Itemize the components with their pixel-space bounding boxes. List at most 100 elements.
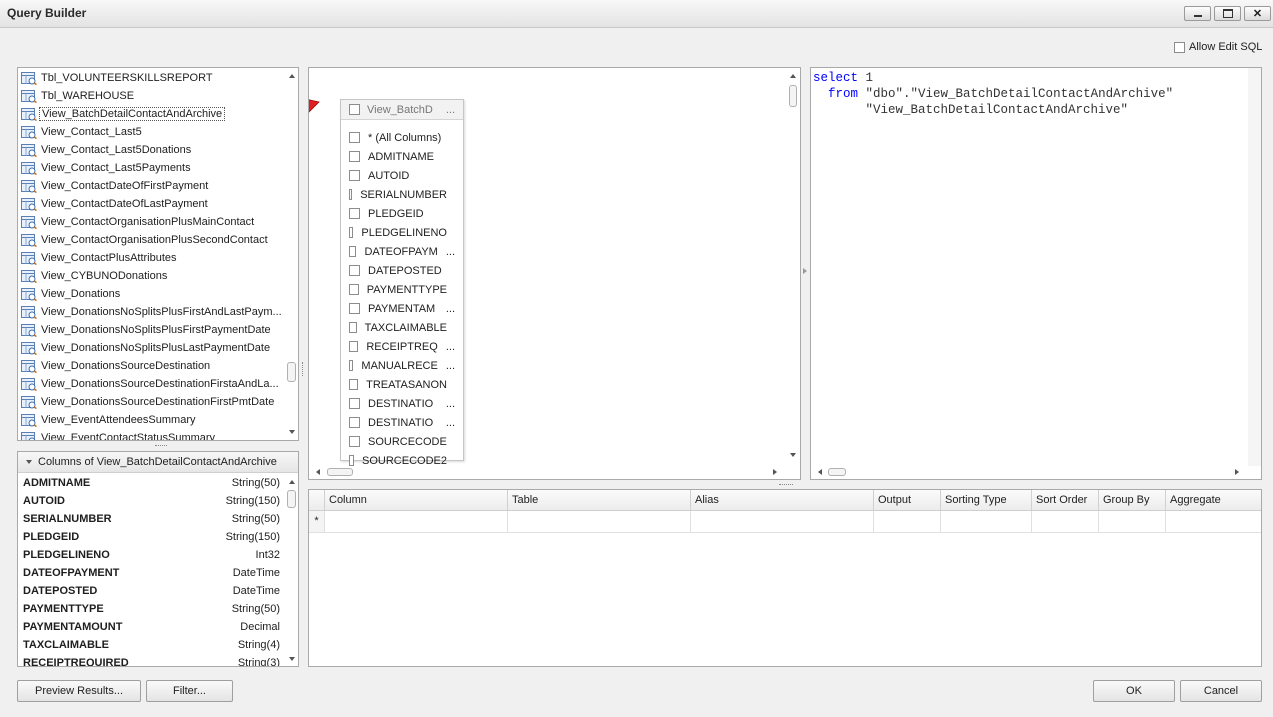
scroll-down-icon[interactable]	[289, 657, 295, 661]
checkbox-icon[interactable]	[349, 132, 360, 143]
scroll-up-icon[interactable]	[790, 74, 796, 78]
object-list-item[interactable]: View_ContactOrganisationPlusSecondContac…	[21, 231, 268, 249]
table-box-column-item[interactable]: DESTINATIO...	[349, 413, 455, 432]
sql-text-pane[interactable]: select 1 from "dbo"."View_BatchDetailCon…	[810, 67, 1262, 480]
grid-cell[interactable]	[1032, 511, 1099, 532]
object-list-item[interactable]: View_Contact_Last5Payments	[21, 159, 191, 177]
column-row[interactable]: PLEDGELINENO Int32	[23, 546, 280, 564]
database-objects-list[interactable]: Tbl_VOLUNTEERSKILLSREPORT Tbl_WAREHOUSE Vi…	[17, 67, 299, 441]
grid-cell[interactable]	[1166, 511, 1261, 532]
object-list-item[interactable]: View_DonationsSourceDestinationFirstPmtD…	[21, 393, 274, 411]
grid-header-column[interactable]: Column	[325, 490, 508, 510]
ok-button[interactable]: OK	[1093, 680, 1175, 702]
checkbox-icon[interactable]	[349, 227, 354, 238]
table-box-column-item[interactable]: DATEOFPAYM...	[349, 242, 455, 261]
scroll-left-icon[interactable]	[316, 469, 320, 475]
object-list-item[interactable]: Tbl_WAREHOUSE	[21, 87, 134, 105]
allow-edit-sql-checkbox[interactable]: Allow Edit SQL	[1174, 41, 1262, 53]
object-list-item[interactable]: View_Contact_Last5	[21, 123, 142, 141]
object-list-item[interactable]: View_DonationsNoSplitsPlusFirstAndLastPa…	[21, 303, 282, 321]
checkbox-icon[interactable]	[349, 341, 359, 352]
scroll-right-icon[interactable]	[1235, 469, 1239, 475]
collapse-icon[interactable]	[26, 460, 32, 464]
maximize-button[interactable]	[1214, 6, 1241, 21]
sql-vscroll[interactable]	[1248, 68, 1261, 466]
vertical-splitter[interactable]	[302, 362, 304, 376]
grid-header-table[interactable]: Table	[508, 490, 691, 510]
checkbox-icon[interactable]	[349, 151, 360, 162]
object-list-item[interactable]: View_Donations	[21, 285, 120, 303]
object-list-item[interactable]: View_DonationsNoSplitsPlusLastPaymentDat…	[21, 339, 270, 357]
design-vscroll[interactable]	[787, 68, 800, 466]
column-row[interactable]: PAYMENTTYPE String(50)	[23, 600, 280, 618]
column-row[interactable]: RECEIPTREQUIRED String(3)	[23, 654, 280, 666]
scroll-down-icon[interactable]	[289, 430, 295, 434]
column-row[interactable]: PLEDGEID String(150)	[23, 528, 280, 546]
object-list-item[interactable]: View_EventAttendeesSummary	[21, 411, 196, 429]
table-box-column-item[interactable]: DATEPOSTED	[349, 261, 455, 280]
grid-new-row[interactable]: *	[309, 511, 1261, 533]
object-list-item[interactable]: View_Contact_Last5Donations	[21, 141, 191, 159]
table-box[interactable]: View_BatchD ... * (All Columns) ADMITNAME…	[340, 99, 464, 467]
grid-header-alias[interactable]: Alias	[691, 490, 874, 510]
table-box-column-item[interactable]: RECEIPTREQ...	[349, 337, 455, 356]
checkbox-icon[interactable]	[349, 417, 360, 428]
grid-cell[interactable]	[325, 511, 508, 532]
grid-cell[interactable]	[691, 511, 874, 532]
checkbox-icon[interactable]	[349, 208, 360, 219]
checkbox-icon[interactable]	[349, 189, 353, 200]
table-box-column-item[interactable]: TREATASANON	[349, 375, 455, 394]
column-row[interactable]: DATEPOSTED DateTime	[23, 582, 280, 600]
table-box-column-item[interactable]: TAXCLAIMABLE	[349, 318, 455, 337]
object-list-item[interactable]: View_ContactDateOfFirstPayment	[21, 177, 208, 195]
grid-cell[interactable]	[1099, 511, 1166, 532]
minimize-button[interactable]	[1184, 6, 1211, 21]
query-design-pane[interactable]: View_BatchD ... * (All Columns) ADMITNAME…	[308, 67, 801, 480]
table-box-column-item[interactable]: SOURCECODE	[349, 432, 455, 451]
object-list-item[interactable]: View_EventContactStatusSummary	[21, 429, 215, 440]
object-list-scrollbar[interactable]	[286, 68, 298, 440]
table-box-column-item[interactable]: PLEDGELINENO	[349, 223, 455, 242]
grid-header-sorting-type[interactable]: Sorting Type	[941, 490, 1032, 510]
column-row[interactable]: AUTOID String(150)	[23, 492, 280, 510]
checkbox-icon[interactable]	[349, 436, 360, 447]
object-list-item[interactable]: View_ContactDateOfLastPayment	[21, 195, 208, 213]
scroll-thumb[interactable]	[789, 85, 797, 107]
table-box-column-item[interactable]: PLEDGEID	[349, 204, 455, 223]
scroll-thumb[interactable]	[287, 490, 296, 508]
object-list-item[interactable]: View_DonationsSourceDestination	[21, 357, 210, 375]
table-box-header[interactable]: View_BatchD ...	[341, 100, 463, 120]
checkbox-icon[interactable]	[349, 284, 359, 295]
grid-cell[interactable]	[874, 511, 941, 532]
table-box-column-item[interactable]: MANUALRECE...	[349, 356, 455, 375]
checkbox-icon[interactable]	[349, 360, 354, 371]
grid-header-group-by[interactable]: Group By	[1099, 490, 1166, 510]
checkbox-icon[interactable]	[349, 398, 360, 409]
object-list-item[interactable]: View_BatchDetailContactAndArchive	[21, 105, 226, 123]
scroll-thumb[interactable]	[287, 362, 296, 382]
scroll-up-icon[interactable]	[289, 74, 295, 78]
object-list-item[interactable]: View_ContactPlusAttributes	[21, 249, 177, 267]
scroll-right-icon[interactable]	[773, 469, 777, 475]
checkbox-icon[interactable]	[349, 170, 360, 181]
object-list-item[interactable]: View_DonationsNoSplitsPlusFirstPaymentDa…	[21, 321, 271, 339]
column-row[interactable]: TAXCLAIMABLE String(4)	[23, 636, 280, 654]
columns-panel-header[interactable]: Columns of View_BatchDetailContactAndArc…	[18, 452, 298, 473]
criteria-grid[interactable]: Column Table Alias Output Sorting Type S…	[308, 489, 1262, 667]
table-box-column-item[interactable]: ADMITNAME	[349, 147, 455, 166]
checkbox-icon[interactable]	[349, 322, 357, 333]
object-list-item[interactable]: View_ContactOrganisationPlusMainContact	[21, 213, 254, 231]
scroll-down-icon[interactable]	[790, 453, 796, 457]
grid-header-sort-order[interactable]: Sort Order	[1032, 490, 1099, 510]
scroll-left-icon[interactable]	[818, 469, 822, 475]
checkbox-icon[interactable]	[349, 246, 357, 257]
grid-cell[interactable]	[508, 511, 691, 532]
column-row[interactable]: SERIALNUMBER String(50)	[23, 510, 280, 528]
sql-text[interactable]: select 1 from "dbo"."View_BatchDetailCon…	[813, 70, 1173, 118]
table-box-column-item[interactable]: DESTINATIO...	[349, 394, 455, 413]
scroll-up-icon[interactable]	[289, 480, 295, 484]
checkbox-icon[interactable]	[349, 303, 360, 314]
horizontal-splitter[interactable]	[155, 445, 167, 447]
grid-cell[interactable]	[941, 511, 1032, 532]
column-row[interactable]: DATEOFPAYMENT DateTime	[23, 564, 280, 582]
